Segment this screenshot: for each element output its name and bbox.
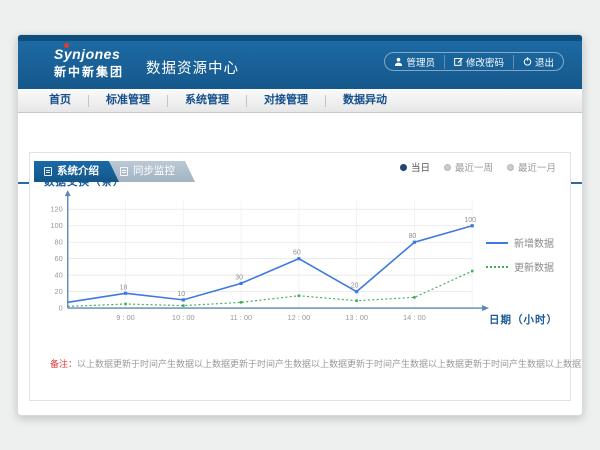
tab-system-intro[interactable]: 系统介绍 bbox=[34, 161, 119, 182]
svg-text:9 : 00: 9 : 00 bbox=[116, 313, 135, 322]
legend-item-update-data: 更新数据 bbox=[486, 259, 554, 274]
current-user-button[interactable]: 管理员 bbox=[385, 55, 444, 69]
radio-dot-icon bbox=[507, 164, 514, 171]
radio-today[interactable]: 当日 bbox=[400, 160, 430, 174]
edit-icon bbox=[454, 57, 463, 66]
legend-item-new-data: 新增数据 bbox=[486, 235, 554, 250]
svg-text:12 : 00: 12 : 00 bbox=[288, 313, 311, 322]
tab-sync-monitor-1[interactable]: 同步监控 bbox=[110, 161, 195, 182]
nav-item-data-change[interactable]: 数据异动 bbox=[326, 89, 404, 112]
radio-last-week[interactable]: 最近一周 bbox=[444, 160, 493, 174]
time-range-radio-group: 当日 最近一周 最近一月 bbox=[400, 160, 556, 174]
legend-line-solid-icon bbox=[486, 242, 508, 244]
svg-text:18: 18 bbox=[120, 284, 128, 291]
document-icon bbox=[120, 167, 128, 176]
nav-item-standard-mgmt[interactable]: 标准管理 bbox=[89, 89, 167, 112]
document-icon bbox=[44, 167, 52, 176]
main-nav: 首页 标准管理 系统管理 对接管理 数据异动 bbox=[18, 89, 582, 113]
svg-text:20: 20 bbox=[55, 287, 63, 296]
logo-text-cn: 新中新集团 bbox=[54, 63, 124, 80]
legend-line-dotted-icon bbox=[486, 266, 508, 268]
line-chart: 0 20 40 60 80 100 120 9 : 00 10 : 00 11 : 00 12 : … bbox=[38, 189, 494, 339]
svg-text:10: 10 bbox=[177, 291, 185, 298]
svg-text:30: 30 bbox=[235, 274, 243, 281]
svg-text:80: 80 bbox=[55, 238, 63, 247]
logo-red-dot-icon bbox=[64, 43, 69, 48]
header-actions: 管理员 修改密码 退出 bbox=[384, 52, 564, 71]
app-header: Synjones 新中新集团 数据资源中心 管理员 修改密码 bbox=[18, 35, 582, 89]
chart-legend: 新增数据 更新数据 bbox=[486, 235, 554, 274]
radio-dot-icon bbox=[400, 164, 407, 171]
footnote-text: 以上数据更新于时间产生数据以上数据更新于时间产生数据以上数据更新于时间产生数据以… bbox=[77, 359, 583, 369]
svg-text:10 : 00: 10 : 00 bbox=[172, 313, 195, 322]
change-password-button[interactable]: 修改密码 bbox=[444, 55, 513, 69]
nav-item-system-mgmt[interactable]: 系统管理 bbox=[168, 89, 246, 112]
nav-item-interface-mgmt[interactable]: 对接管理 bbox=[247, 89, 325, 112]
svg-text:40: 40 bbox=[55, 271, 63, 280]
footnote-prefix: 备注： bbox=[50, 359, 77, 369]
radio-last-month[interactable]: 最近一月 bbox=[507, 160, 556, 174]
radio-dot-icon bbox=[444, 164, 451, 171]
line-chart-svg: 0 20 40 60 80 100 120 9 : 00 10 : 00 11 : 00 12 : … bbox=[38, 189, 494, 338]
power-icon bbox=[523, 57, 532, 66]
chart-panel: 当日 最近一周 最近一月 数据交换（条） 0204060801001209 : … bbox=[29, 152, 571, 401]
app-window: Synjones 新中新集团 数据资源中心 管理员 修改密码 bbox=[17, 34, 583, 416]
svg-text:60: 60 bbox=[55, 254, 63, 263]
logout-button[interactable]: 退出 bbox=[513, 55, 563, 69]
x-axis-title: 日期（小时） bbox=[489, 312, 558, 327]
svg-text:20: 20 bbox=[351, 283, 359, 290]
nav-item-home[interactable]: 首页 bbox=[32, 89, 88, 112]
svg-text:13 : 00: 13 : 00 bbox=[345, 313, 368, 322]
svg-text:60: 60 bbox=[293, 250, 301, 257]
logo-text-en: Synjones bbox=[54, 46, 124, 62]
svg-text:100: 100 bbox=[464, 217, 476, 224]
footnote: 备注：以上数据更新于时间产生数据以上数据更新于时间产生数据以上数据更新于时间产生… bbox=[50, 357, 583, 370]
page-title: 数据资源中心 bbox=[146, 57, 239, 78]
svg-text:120: 120 bbox=[50, 205, 62, 214]
logo: Synjones 新中新集团 bbox=[54, 46, 124, 80]
svg-text:11 : 00: 11 : 00 bbox=[230, 313, 252, 322]
user-icon bbox=[394, 57, 403, 66]
header-top-strip bbox=[18, 35, 582, 41]
svg-text:0: 0 bbox=[59, 304, 63, 313]
svg-text:14 : 00: 14 : 00 bbox=[403, 313, 426, 322]
svg-text:100: 100 bbox=[50, 221, 62, 230]
svg-text:80: 80 bbox=[409, 233, 417, 240]
